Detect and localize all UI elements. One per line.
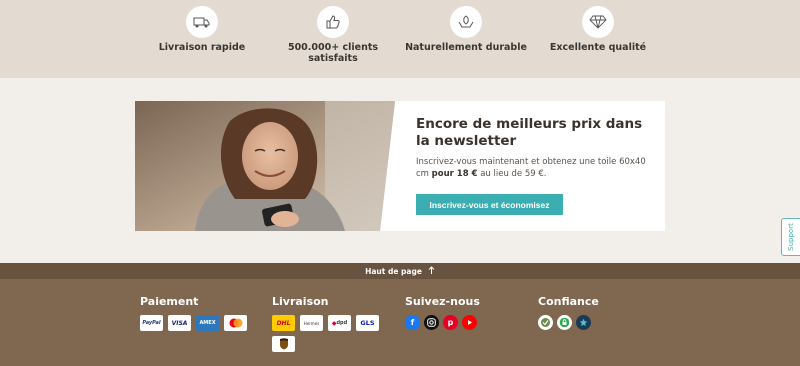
ups-icon — [272, 336, 295, 352]
feature-satisfied-clients: 500.000+ clients satisfaits — [263, 6, 403, 64]
newsletter-text-after: au lieu de 59 €. — [477, 168, 547, 179]
support-tab[interactable]: Support — [781, 218, 800, 256]
newsletter-price-highlight: pour 18 € — [431, 168, 478, 179]
footer: Paiement PayPal VISA AMEX Livraison DHL … — [0, 279, 800, 366]
trusted-shops-icon[interactable] — [538, 315, 553, 330]
arrow-up-icon — [428, 266, 435, 276]
thumbs-up-icon — [317, 6, 349, 38]
feature-label: Excellente qualité — [549, 42, 647, 53]
feature-label: Naturellement durable — [405, 42, 527, 53]
pinterest-icon[interactable]: p — [443, 315, 458, 330]
feature-fast-delivery: Livraison rapide — [132, 6, 272, 53]
footer-trust: Confiance — [538, 295, 599, 330]
youtube-icon[interactable] — [462, 315, 477, 330]
footer-shipping-title: Livraison — [272, 295, 329, 308]
secure-lock-icon[interactable] — [557, 315, 572, 330]
footer-shipping: Livraison DHL Hermes ◆ dpd GLS — [272, 295, 384, 352]
delivery-truck-icon — [186, 6, 218, 38]
support-label: Support — [787, 223, 796, 251]
feature-label: Livraison rapide — [158, 42, 246, 53]
hermes-icon: Hermes — [300, 315, 323, 331]
gls-icon: GLS — [356, 315, 379, 331]
hands-leaf-icon — [450, 6, 482, 38]
features-bar: Livraison rapide 500.000+ clients satisf… — [0, 0, 800, 78]
mastercard-icon — [224, 315, 247, 331]
instagram-icon[interactable] — [424, 315, 439, 330]
newsletter-photo — [135, 101, 395, 231]
dhl-icon: DHL — [272, 315, 295, 331]
footer-payment-title: Paiement — [140, 295, 199, 308]
footer-social: Suivez-nous f p — [405, 295, 480, 330]
newsletter-description: Inscrivez-vous maintenant et obtenez une… — [416, 157, 651, 180]
footer-social-title: Suivez-nous — [405, 295, 480, 308]
diamond-icon — [582, 6, 614, 38]
feature-sustainable: Naturellement durable — [396, 6, 536, 53]
back-to-top-label: Haut de page — [365, 266, 422, 276]
newsletter-card: Encore de meilleurs prix dans la newslet… — [135, 101, 665, 231]
amex-icon: AMEX — [196, 315, 219, 331]
feature-label: 500.000+ clients satisfaits — [287, 42, 379, 64]
feature-quality: Excellente qualité — [528, 6, 668, 53]
newsletter-title: Encore de meilleurs prix dans la newslet… — [416, 116, 643, 149]
facebook-icon[interactable]: f — [405, 315, 420, 330]
newsletter-signup-button[interactable]: Inscrivez-vous et économisez — [416, 194, 563, 215]
footer-payment: Paiement PayPal VISA AMEX — [140, 295, 250, 331]
visa-icon: VISA — [168, 315, 191, 331]
star-rating-icon[interactable] — [576, 315, 591, 330]
paypal-icon: PayPal — [140, 315, 163, 331]
back-to-top-button[interactable]: Haut de page — [0, 263, 800, 279]
dpd-icon: ◆ dpd — [328, 315, 351, 331]
footer-trust-title: Confiance — [538, 295, 599, 308]
